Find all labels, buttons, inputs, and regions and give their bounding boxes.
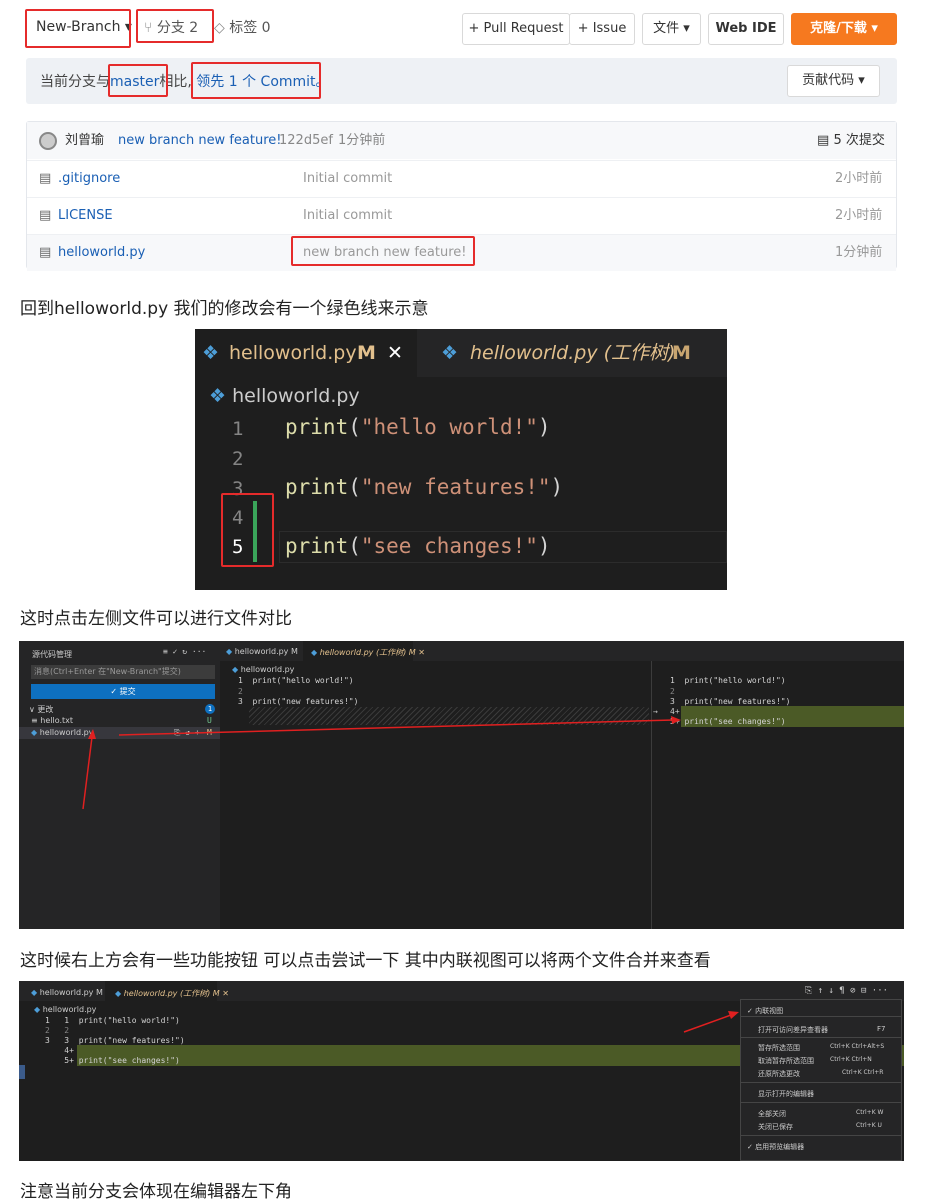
paragraph: 回到helloworld.py 我们的修改会有一个绿色线来示意 <box>20 299 429 319</box>
commit-count-link[interactable]: ▤ 5 次提交 <box>817 122 885 159</box>
editor-screenshot-1: ❖ helloworld.py M ✕ ❖ helloworld.py (工作树… <box>195 329 727 590</box>
highlight-box <box>221 493 274 567</box>
file-time: 2小时前 <box>835 208 883 223</box>
file-name[interactable]: helloworld.py <box>58 235 145 271</box>
file-icon: ▤ <box>39 208 52 223</box>
file-icon: ▤ <box>39 171 52 186</box>
tags-link[interactable]: ◇ 标签 0 <box>214 12 271 45</box>
commit-author[interactable]: 刘曾瑜 <box>65 122 104 159</box>
highlight-box <box>136 9 214 43</box>
paragraph: 这时点击左侧文件可以进行文件对比 <box>20 609 292 629</box>
paragraph: 注意当前分支会体现在编辑器左下角 <box>20 1182 292 1202</box>
code-line[interactable]: print("see changes!") <box>285 534 551 558</box>
pull-request-button[interactable]: + Pull Request <box>462 13 570 45</box>
issue-button[interactable]: + Issue <box>569 13 635 45</box>
paragraph: 这时候右上方会有一些功能按钮 可以点击尝试一下 其中内联视图可以将两个文件合并来… <box>20 951 711 971</box>
file-commit-msg[interactable]: Initial commit <box>303 198 392 234</box>
code-line[interactable]: print("hello world!") <box>285 415 551 439</box>
highlight-box <box>25 9 131 48</box>
breadcrumb[interactable]: ❖ helloworld.py <box>209 385 360 407</box>
contribute-button[interactable]: 贡献代码 ▾ <box>787 65 880 97</box>
file-time: 1分钟前 <box>835 245 883 260</box>
table-row[interactable]: ▤ .gitignore Initial commit 2小时前 <box>27 160 896 197</box>
line-number: 1 <box>232 418 244 440</box>
annotation-arrow <box>683 1014 732 1033</box>
clone-download-button[interactable]: 克隆/下载 ▾ <box>791 13 897 45</box>
files-button[interactable]: 文件 ▾ <box>642 13 701 45</box>
table-row[interactable]: ▤ LICENSE Initial commit 2小时前 <box>27 197 896 234</box>
web-ide-button[interactable]: Web IDE <box>708 13 784 45</box>
tab-worktree[interactable]: ❖ helloworld.py (工作树) M <box>419 329 719 377</box>
commit-time: 1分钟前 <box>338 133 386 148</box>
file-icon: ▤ <box>39 245 52 260</box>
annotation-arrows <box>683 1011 739 1033</box>
tag-icon: ◇ <box>214 20 225 36</box>
python-icon: ❖ <box>202 342 220 364</box>
python-icon: ❖ <box>209 385 227 407</box>
arrow-head <box>88 729 96 739</box>
commit-message[interactable]: new branch new feature! <box>118 122 281 159</box>
close-icon[interactable]: ✕ <box>387 329 403 377</box>
avatar <box>39 132 57 150</box>
file-time: 2小时前 <box>835 171 883 186</box>
editor-screenshot-2: 源代码管理 ≡ ✓ ↻ ··· 消息(Ctrl+Enter 在"New-Bran… <box>19 641 904 929</box>
file-commit-msg[interactable]: Initial commit <box>303 161 392 197</box>
commit-sha[interactable]: 122d5ef <box>279 122 333 159</box>
python-icon: ❖ <box>441 342 459 364</box>
latest-commit-row: 刘曾瑜 new branch new feature! 122d5ef 1分钟前… <box>27 122 896 159</box>
list-icon: ▤ <box>817 133 830 148</box>
arrow-head <box>728 1011 739 1019</box>
file-name[interactable]: LICENSE <box>58 198 113 234</box>
line-number: 2 <box>232 448 244 470</box>
tab-helloworld[interactable]: ❖ helloworld.py M ✕ <box>195 329 417 377</box>
highlight-box <box>191 62 321 99</box>
file-name[interactable]: .gitignore <box>58 161 120 197</box>
highlight-box <box>291 236 475 266</box>
highlight-box <box>108 64 168 97</box>
annotation-arrows <box>82 716 681 810</box>
annotation-arrow <box>82 736 93 810</box>
arrow-head <box>671 716 681 724</box>
editor-screenshot-3: ◆ helloworld.py M ◆ helloworld.py (工作树) … <box>19 981 904 1161</box>
code-line[interactable]: print("new features!") <box>285 475 563 499</box>
annotation-arrow <box>118 719 675 736</box>
